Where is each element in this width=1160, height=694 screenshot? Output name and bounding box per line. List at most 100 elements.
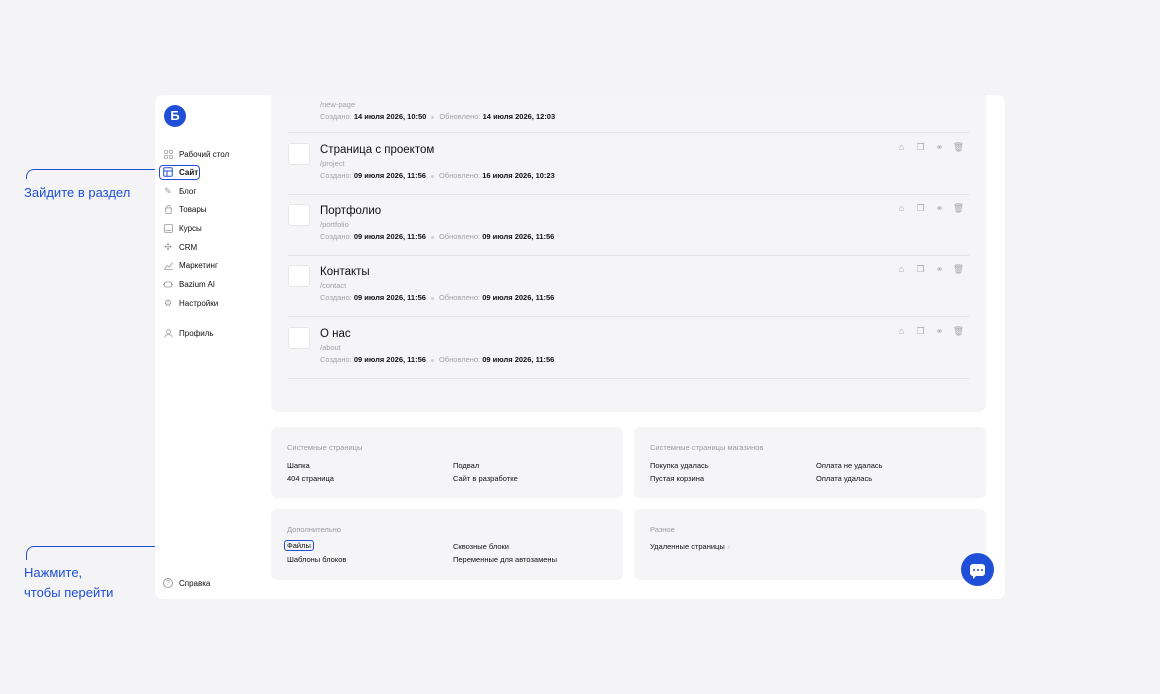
sidebar-item-settings[interactable]: ⚙ Настройки	[163, 294, 268, 313]
card-title: Системные страницы магазинов	[650, 443, 764, 452]
page-title[interactable]: Страница с проектом	[320, 144, 555, 156]
logo[interactable]: Б	[164, 105, 186, 127]
copy-icon[interactable]: ❐	[916, 327, 925, 336]
sidebar-item-marketing[interactable]: Маркетинг	[163, 256, 268, 275]
gear-icon: ⚙	[163, 297, 173, 308]
grid-icon	[163, 149, 173, 159]
ai-icon	[163, 279, 173, 289]
page-thumbnail	[288, 327, 310, 349]
sidebar-item-label: Профиль	[179, 329, 214, 339]
link-replacement-variables[interactable]: Переменные для автозамены	[453, 555, 557, 564]
page-dates: Создано: 09 июля 2026, 11:56 Обновлено: 0…	[320, 232, 555, 241]
sidebar-item-label: Bazium AI	[179, 279, 216, 289]
sidebar-item-blog[interactable]: ✎ Блог	[163, 182, 268, 201]
page-row[interactable]: О нас /about Создано: 09 июля 2026, 11:5…	[288, 317, 969, 379]
layout-icon	[163, 167, 173, 177]
page-thumbnail	[288, 143, 310, 165]
sidebar-item-dashboard[interactable]: Рабочий стол	[163, 145, 268, 164]
link-icon[interactable]: ⚭	[935, 143, 944, 152]
page-row[interactable]: /new-page Создано: 14 июля 2026, 10:50 Об…	[288, 95, 969, 133]
user-icon	[163, 329, 173, 339]
sidebar-item-profile[interactable]: Профиль	[163, 325, 268, 344]
link-purchase-success[interactable]: Покупка удалась	[650, 461, 709, 470]
copy-icon[interactable]: ❐	[916, 265, 925, 274]
trash-icon[interactable]: 🗑︎	[953, 204, 964, 213]
home-icon[interactable]: ⌂	[897, 327, 906, 336]
link-block-templates[interactable]: Шаблоны блоков	[287, 555, 346, 564]
link-icon[interactable]: ⚭	[935, 204, 944, 213]
page-row[interactable]: Портфолио /portfolio Создано: 09 июля 20…	[288, 195, 969, 256]
system-pages-card: Системные страницы Шапка Подвал 404 стра…	[271, 427, 623, 498]
home-icon[interactable]: ⌂	[897, 204, 906, 213]
card-title: Разное	[650, 525, 675, 534]
page-slug: /about	[320, 343, 341, 352]
chat-icon	[970, 563, 985, 579]
home-icon[interactable]: ⌂	[897, 143, 906, 152]
callout-line-section	[26, 169, 159, 179]
sidebar-item-courses[interactable]: Курсы	[163, 219, 268, 238]
page-title[interactable]: О нас	[320, 328, 554, 340]
trash-icon[interactable]: 🗑︎	[953, 143, 964, 152]
page-thumbnail	[288, 265, 310, 287]
home-icon[interactable]: ⌂	[897, 265, 906, 274]
link-deleted-pages[interactable]: Удаленные страницы ›	[650, 542, 730, 551]
page-dates: Создано: 09 июля 2026, 11:56 Обновлено: 0…	[320, 355, 555, 364]
link-empty-cart[interactable]: Пустая корзина	[650, 474, 704, 483]
sidebar-item-products[interactable]: Товары	[163, 200, 268, 219]
sidebar-item-label: Настройки	[179, 298, 219, 308]
page-slug: /project	[320, 159, 345, 168]
page-thumbnail	[288, 204, 310, 226]
link-files[interactable]: Файлы	[284, 540, 314, 551]
sidebar-item-label: Рабочий стол	[179, 149, 230, 159]
trash-icon[interactable]: 🗑︎	[953, 327, 964, 336]
sidebar-nav: Рабочий стол Сайт ✎ Блог Товары Курсы ✣ …	[159, 145, 268, 344]
sidebar-item-bazium-ai[interactable]: Bazium AI	[163, 275, 268, 294]
sidebar-item-label: CRM	[179, 242, 198, 252]
link-payment-success[interactable]: Оплата удалась	[816, 474, 872, 483]
arrow-icon: ›	[727, 544, 731, 551]
sidebar: Б Рабочий стол Сайт ✎ Блог Товары Курсы …	[155, 95, 271, 599]
link-icon[interactable]: ⚭	[935, 265, 944, 274]
sidebar-item-crm[interactable]: ✣ CRM	[163, 238, 268, 257]
link-404[interactable]: 404 страница	[287, 474, 334, 483]
callout-click-line1: Нажмите,	[24, 565, 83, 580]
link-payment-failed[interactable]: Оплата не удалась	[816, 461, 883, 470]
page-slug: /contact	[320, 281, 347, 290]
sidebar-item-label: Сайт	[179, 167, 199, 177]
help-link[interactable]: ? Справка	[163, 578, 210, 588]
chart-icon	[163, 261, 173, 271]
page-title[interactable]: Контакты	[320, 266, 554, 278]
help-label: Справка	[179, 578, 211, 588]
copy-icon[interactable]: ❐	[916, 204, 925, 213]
link-icon[interactable]: ⚭	[935, 327, 944, 336]
chat-button[interactable]	[961, 553, 994, 586]
page-dates: Создано: 09 июля 2026, 11:56 Обновлено: 1…	[320, 171, 555, 180]
link-header[interactable]: Шапка	[287, 461, 310, 470]
card-title: Дополнительно	[287, 525, 341, 534]
page-row[interactable]: Контакты /contact Создано: 09 июля 2026,…	[288, 256, 969, 317]
page-slug: /new-page	[320, 100, 356, 109]
trash-icon[interactable]: 🗑︎	[953, 265, 964, 274]
callout-go-to-section: Зайдите в раздел	[24, 185, 131, 200]
sidebar-item-label: Курсы	[179, 223, 202, 233]
shop-pages-card: Системные страницы магазинов Покупка уда…	[634, 427, 986, 498]
sidebar-item-label: Маркетинг	[179, 261, 218, 271]
sidebar-item-label: Товары	[179, 205, 207, 215]
page-slug: /portfolio	[320, 220, 349, 229]
bag-icon	[163, 205, 173, 215]
link-global-blocks[interactable]: Сквозные блоки	[453, 542, 509, 551]
pages-list-panel: /new-page Создано: 14 июля 2026, 10:50 Об…	[271, 95, 986, 412]
page-dates: Создано: 14 июля 2026, 10:50 Обновлено: 1…	[320, 112, 556, 121]
question-icon: ?	[163, 578, 173, 588]
page-title[interactable]: Портфолио	[320, 205, 554, 217]
link-footer[interactable]: Подвал	[453, 461, 479, 470]
page-dates: Создано: 09 июля 2026, 11:56 Обновлено: 0…	[320, 293, 555, 302]
sidebar-item-site[interactable]: Сайт	[159, 164, 200, 180]
sidebar-item-label: Блог	[179, 186, 197, 196]
page-row[interactable]: Страница с проектом /project Создано: 09…	[288, 133, 969, 195]
link-under-construction[interactable]: Сайт в разработке	[453, 474, 518, 483]
misc-card: Разное Удаленные страницы ›	[634, 509, 986, 580]
copy-icon[interactable]: ❐	[916, 143, 925, 152]
app-window: Б Рабочий стол Сайт ✎ Блог Товары Курсы …	[155, 95, 1005, 599]
card-title: Системные страницы	[287, 443, 363, 452]
